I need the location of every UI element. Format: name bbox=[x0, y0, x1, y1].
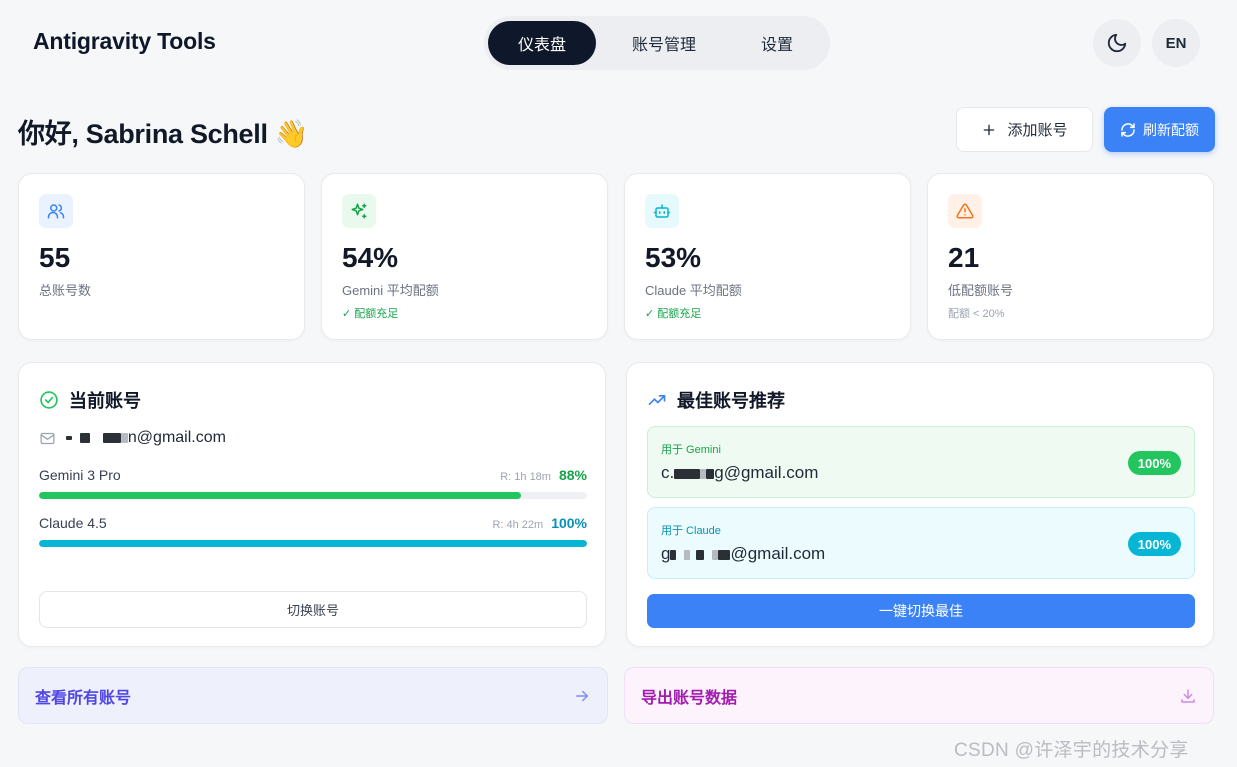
stat-card-total: 55 总账号数 bbox=[18, 173, 305, 340]
recommendation-email: c. g@gmail.com bbox=[661, 463, 818, 483]
stat-card-low: 21 低配额账号 配额 < 20% bbox=[927, 173, 1214, 340]
email-prefix: c. bbox=[661, 463, 675, 482]
check-circle-icon bbox=[40, 391, 58, 409]
theme-toggle-button[interactable] bbox=[1093, 19, 1141, 67]
top-bar: Antigravity Tools 仪表盘 账号管理 设置 EN bbox=[0, 0, 1237, 88]
alert-triangle-icon bbox=[956, 203, 974, 219]
stat-note: ✓ 配额充足 bbox=[342, 308, 399, 320]
users-icon bbox=[47, 204, 65, 219]
email-prefix: g bbox=[661, 544, 671, 563]
download-icon bbox=[1181, 688, 1195, 703]
stat-icon-box bbox=[342, 194, 376, 228]
stat-icon-box bbox=[39, 194, 73, 228]
tab-dashboard[interactable]: 仪表盘 bbox=[488, 21, 596, 65]
redacted-block bbox=[66, 435, 72, 440]
main-nav: 仪表盘 账号管理 设置 bbox=[484, 16, 830, 70]
quota-progress-track bbox=[39, 492, 587, 499]
quota-progress-fill bbox=[39, 540, 587, 547]
quota-reset-time: R: 4h 22m bbox=[492, 519, 544, 531]
bot-icon bbox=[653, 204, 671, 218]
refresh-quota-button[interactable]: 刷新配额 bbox=[1104, 107, 1215, 152]
watermark-text: CSDN @许泽宇的技术分享 bbox=[954, 740, 1189, 761]
recommendation-badge: 100% bbox=[1127, 532, 1181, 556]
greeting-heading: 你好, Sabrina Schell 👋 bbox=[18, 119, 309, 149]
gemini-recommendation[interactable]: 用于 Gemini c. g@gmail.com 100% bbox=[647, 426, 1195, 498]
recommendation-badge: 100% bbox=[1127, 451, 1181, 475]
stat-value: 53% bbox=[645, 242, 702, 273]
best-account-panel: 最佳账号推荐 用于 Gemini c. g@gmail.com 100% 用于 C… bbox=[626, 362, 1214, 647]
switch-best-button[interactable]: 一键切换最佳 bbox=[647, 594, 1195, 628]
tab-settings[interactable]: 设置 bbox=[732, 21, 822, 65]
stat-label: Gemini 平均配额 bbox=[342, 283, 439, 298]
current-account-panel: 当前账号 n@gmail.com Gemini 3 Pro R: 1h 18m … bbox=[18, 362, 606, 647]
stat-value: 55 bbox=[39, 242, 71, 273]
stat-value: 54% bbox=[342, 242, 399, 273]
plus-icon bbox=[984, 124, 995, 135]
stat-card-gemini: 54% Gemini 平均配额 ✓ 配额充足 bbox=[321, 173, 608, 340]
trending-up-icon bbox=[648, 395, 666, 405]
quota-model-name: Claude 4.5 bbox=[39, 515, 107, 531]
quota-row-gemini: Gemini 3 Pro R: 1h 18m 88% bbox=[39, 467, 587, 499]
view-all-accounts-label: 查看所有账号 bbox=[35, 689, 132, 707]
quota-percent: 88% bbox=[558, 467, 587, 483]
redacted-block bbox=[696, 549, 705, 560]
current-account-title-text: 当前账号 bbox=[69, 391, 141, 411]
recommendation-label: 用于 Gemini bbox=[661, 444, 721, 456]
arrow-right-icon bbox=[576, 690, 588, 701]
add-account-label: 添加账号 bbox=[1007, 122, 1068, 139]
export-accounts-label: 导出账号数据 bbox=[641, 689, 738, 707]
add-account-button[interactable]: 添加账号 bbox=[956, 107, 1093, 152]
email-suffix: g@gmail.com bbox=[714, 463, 819, 482]
current-account-email: n@gmail.com bbox=[39, 429, 226, 447]
moon-icon bbox=[1107, 33, 1127, 53]
redacted-block bbox=[120, 432, 128, 443]
refresh-quota-label: 刷新配额 bbox=[1143, 121, 1199, 138]
redacted-block bbox=[718, 549, 731, 560]
quota-progress-fill bbox=[39, 492, 522, 499]
email-suffix: n@gmail.com bbox=[127, 429, 226, 446]
email-suffix: @gmail.com bbox=[730, 544, 826, 563]
quota-progress-track bbox=[39, 540, 587, 547]
redacted-block bbox=[80, 432, 91, 443]
refresh-icon bbox=[1121, 122, 1135, 137]
tab-accounts[interactable]: 账号管理 bbox=[596, 21, 732, 65]
recommendation-email: g @gmail.com bbox=[661, 544, 825, 564]
redacted-block bbox=[670, 549, 677, 560]
stat-value: 21 bbox=[948, 242, 980, 273]
redacted-block bbox=[102, 432, 121, 443]
export-accounts-link[interactable]: 导出账号数据 bbox=[624, 667, 1214, 724]
redacted-block bbox=[674, 468, 701, 479]
quota-row-claude: Claude 4.5 R: 4h 22m 100% bbox=[39, 515, 587, 547]
claude-recommendation[interactable]: 用于 Claude g @gmail.com 100% bbox=[647, 507, 1195, 579]
email-text: n@gmail.com bbox=[66, 429, 226, 447]
stat-icon-box bbox=[645, 194, 679, 228]
stat-note: ✓ 配额充足 bbox=[645, 308, 702, 320]
app-title: Antigravity Tools bbox=[33, 28, 216, 54]
sparkles-icon bbox=[351, 203, 367, 219]
stat-label: 低配额账号 bbox=[948, 283, 1014, 298]
stat-card-claude: 53% Claude 平均配额 ✓ 配额充足 bbox=[624, 173, 911, 340]
stat-icon-box bbox=[948, 194, 982, 228]
best-account-title-text: 最佳账号推荐 bbox=[677, 391, 785, 411]
current-account-title: 当前账号 bbox=[39, 387, 141, 413]
mail-icon bbox=[40, 432, 55, 444]
view-all-accounts-link[interactable]: 查看所有账号 bbox=[18, 667, 608, 724]
quota-reset-time: R: 1h 18m bbox=[500, 471, 551, 483]
quota-percent: 100% bbox=[551, 515, 587, 531]
stat-label: Claude 平均配额 bbox=[645, 283, 742, 298]
language-button[interactable]: EN bbox=[1152, 19, 1200, 67]
quota-model-name: Gemini 3 Pro bbox=[39, 467, 121, 483]
best-account-title: 最佳账号推荐 bbox=[647, 387, 785, 413]
switch-account-button[interactable]: 切换账号 bbox=[39, 591, 587, 628]
recommendation-label: 用于 Claude bbox=[661, 525, 721, 537]
redacted-block bbox=[684, 549, 691, 560]
stat-label: 总账号数 bbox=[39, 283, 92, 298]
stat-note: 配额 < 20% bbox=[948, 308, 1005, 320]
